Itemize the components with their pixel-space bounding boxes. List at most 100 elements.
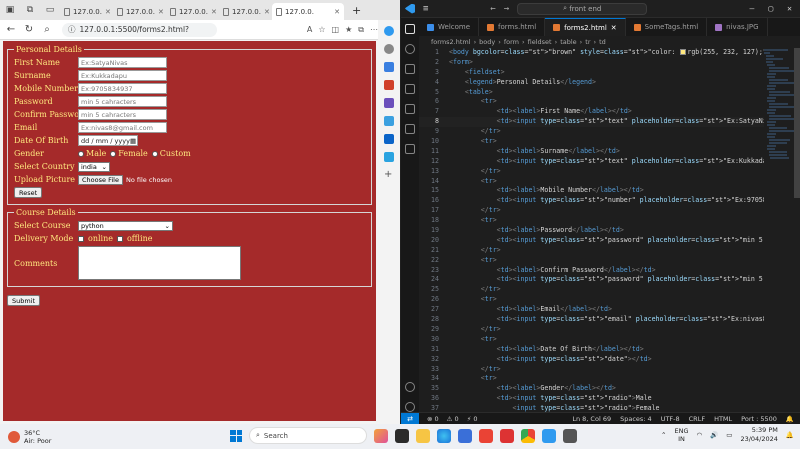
collections-icon[interactable]: ⧉ <box>358 25 364 35</box>
copilot-icon[interactable] <box>384 26 394 36</box>
minimap[interactable] <box>764 48 797 412</box>
gmail-icon[interactable] <box>479 428 493 443</box>
close-icon[interactable]: ✕ <box>611 24 617 32</box>
code-line[interactable]: 25 </tr> <box>419 285 764 295</box>
code-line[interactable]: 22 <tr> <box>419 256 764 266</box>
code-line[interactable]: 19 <td><label>Password</label></td> <box>419 226 764 236</box>
code-line[interactable]: 18 <tr> <box>419 216 764 226</box>
start-icon[interactable] <box>230 429 242 442</box>
read-aloud-icon[interactable]: A <box>307 25 312 35</box>
remote-explorer-icon[interactable] <box>405 124 415 134</box>
tab-actions-icon[interactable]: ▭ <box>43 3 57 17</box>
browser-tab-2[interactable]: 127.0.0. ✕ <box>113 3 164 20</box>
m365-icon[interactable] <box>384 116 394 126</box>
code-line[interactable]: 12 <td><input type=class="st">"text" pla… <box>419 157 764 167</box>
drop-icon[interactable] <box>384 152 394 162</box>
menu-icon[interactable]: ≡ <box>423 4 428 14</box>
code-line[interactable]: 2 <form> <box>419 58 764 68</box>
breadcrumb-item[interactable]: fieldset <box>528 38 552 46</box>
tab-forms-html[interactable]: forms.html <box>479 18 546 36</box>
extensions-icon[interactable] <box>405 104 415 114</box>
encoding[interactable]: UTF-8 <box>661 415 680 423</box>
notification-icon[interactable]: 🔔 <box>786 431 794 439</box>
breadcrumb-item[interactable]: tr <box>585 38 590 46</box>
code-line[interactable]: 21 </tr> <box>419 246 764 256</box>
gender-female-radio[interactable]: Female <box>110 149 148 158</box>
code-line[interactable]: 24 <td><input type=class="st">"password"… <box>419 275 764 285</box>
refresh-icon[interactable]: ↻ <box>22 24 36 35</box>
browser-tab-3[interactable]: 127.0.0. ✕ <box>166 3 217 20</box>
code-line[interactable]: 20 <td><input type=class="st">"password"… <box>419 236 764 246</box>
breadcrumb-item[interactable]: td <box>599 38 606 46</box>
first-name-input[interactable]: Ex:SatyaNivas <box>78 57 167 68</box>
store-icon[interactable] <box>458 428 472 443</box>
cursor-position[interactable]: Ln 8, Col 69 <box>572 415 611 423</box>
tab-nivas-jpg[interactable]: nivas.JPG <box>707 18 768 36</box>
taskbar-search[interactable]: ⌕ Search <box>249 427 367 444</box>
code-line[interactable]: 13 </tr> <box>419 167 764 177</box>
tab-welcome[interactable]: Welcome <box>419 18 480 36</box>
clock[interactable]: 5:39 PM 23/04/2024 <box>740 426 777 444</box>
code-line[interactable]: 3 <fieldset> <box>419 68 764 78</box>
code-line[interactable]: 16 <td><input type=class="st">"number" p… <box>419 196 764 206</box>
ports-status[interactable]: ⚡ 0 <box>467 415 478 423</box>
file-explorer-icon[interactable] <box>416 428 430 443</box>
code-line[interactable]: 11 <td><label>Surname</label></td> <box>419 147 764 157</box>
code-line[interactable]: 17 </tr> <box>419 206 764 216</box>
code-line[interactable]: 5 <table> <box>419 88 764 98</box>
gender-custom-radio[interactable]: Custom <box>151 149 191 158</box>
code-line[interactable]: 27 <td><label>Email</label></td> <box>419 305 764 315</box>
command-search[interactable]: ⌕ front end <box>517 2 648 15</box>
code-line[interactable]: 1 <body bgcolor=class="st">"brown" style=… <box>419 48 764 58</box>
edge-icon[interactable] <box>437 428 451 443</box>
chevron-up-icon[interactable]: ⌃ <box>661 431 666 439</box>
games-icon[interactable] <box>384 98 394 108</box>
chrome-icon[interactable] <box>521 428 535 443</box>
shopping-icon[interactable] <box>384 62 394 72</box>
close-icon[interactable]: ✕ <box>787 4 792 13</box>
tab-sometags-html[interactable]: SomeTags.html <box>626 18 708 36</box>
gender-male-radio[interactable]: Male <box>78 149 106 158</box>
wifi-icon[interactable]: ◠ <box>697 431 703 439</box>
account-icon[interactable] <box>405 382 415 392</box>
source-control-icon[interactable] <box>405 64 415 74</box>
choose-file-button[interactable]: Choose File <box>78 174 123 185</box>
password-input[interactable]: min 5 cahracters <box>78 96 167 107</box>
code-line[interactable]: 29 </tr> <box>419 325 764 335</box>
close-tab-icon[interactable]: ✕ <box>158 8 164 16</box>
remote-icon[interactable]: ⇄ <box>401 412 419 425</box>
vscode-taskbar-icon[interactable] <box>542 428 556 443</box>
email-input[interactable]: Ex:nivas8@gmail.com <box>78 122 167 133</box>
surname-input[interactable]: Ex:Kukkadapu <box>78 70 167 81</box>
language-mode[interactable]: HTML <box>714 415 732 423</box>
editor-scrollbar[interactable] <box>794 48 800 412</box>
settings-gear-icon[interactable] <box>405 402 415 412</box>
code-line[interactable]: 10 <tr> <box>419 137 764 147</box>
offline-checkbox[interactable]: offline <box>116 234 153 243</box>
browser-tab-4[interactable]: 127.0.0. ✕ <box>219 3 270 20</box>
code-line[interactable]: 30 <tr> <box>419 335 764 345</box>
minimize-icon[interactable]: — <box>750 4 755 13</box>
profile-icon[interactable]: ▣ <box>3 3 17 17</box>
code-line[interactable]: 36 <td><input type=class="st">"radio">Ma… <box>419 394 764 404</box>
breadcrumb-item[interactable]: forms2.html <box>431 38 471 46</box>
close-tab-icon[interactable]: ✕ <box>211 8 217 16</box>
code-line[interactable]: 26 <tr> <box>419 295 764 305</box>
live-server-port[interactable]: Port : 5500 <box>741 415 777 423</box>
tab-forms2-html[interactable]: forms2.html ✕ <box>545 18 626 36</box>
code-editor[interactable]: 1 <body bgcolor=class="st">"brown" style=… <box>419 48 764 412</box>
back-icon[interactable]: ← <box>4 24 18 35</box>
code-line[interactable]: 4 <legend>Personal Details</legend> <box>419 78 764 88</box>
url-field[interactable]: ⓘ 127.0.0.1:5500/forms2.html? <box>62 22 217 37</box>
scrollbar-thumb[interactable] <box>794 48 800 198</box>
forward-icon[interactable]: → <box>504 4 509 14</box>
code-line[interactable]: 23 <td><label>Confirm Password</label></… <box>419 266 764 276</box>
code-line[interactable]: 7 <td><label>First Name</label></td> <box>419 107 764 117</box>
indentation[interactable]: Spaces: 4 <box>620 415 652 423</box>
code-line[interactable]: 9 </tr> <box>419 127 764 137</box>
code-line[interactable]: 33 </tr> <box>419 365 764 375</box>
code-line[interactable]: 14 <tr> <box>419 177 764 187</box>
split-screen-icon[interactable]: ◫ <box>332 25 340 35</box>
code-line[interactable]: 31 <td><label>Date Of Birth</label></td> <box>419 345 764 355</box>
favorites-icon[interactable]: ★ <box>345 25 352 35</box>
